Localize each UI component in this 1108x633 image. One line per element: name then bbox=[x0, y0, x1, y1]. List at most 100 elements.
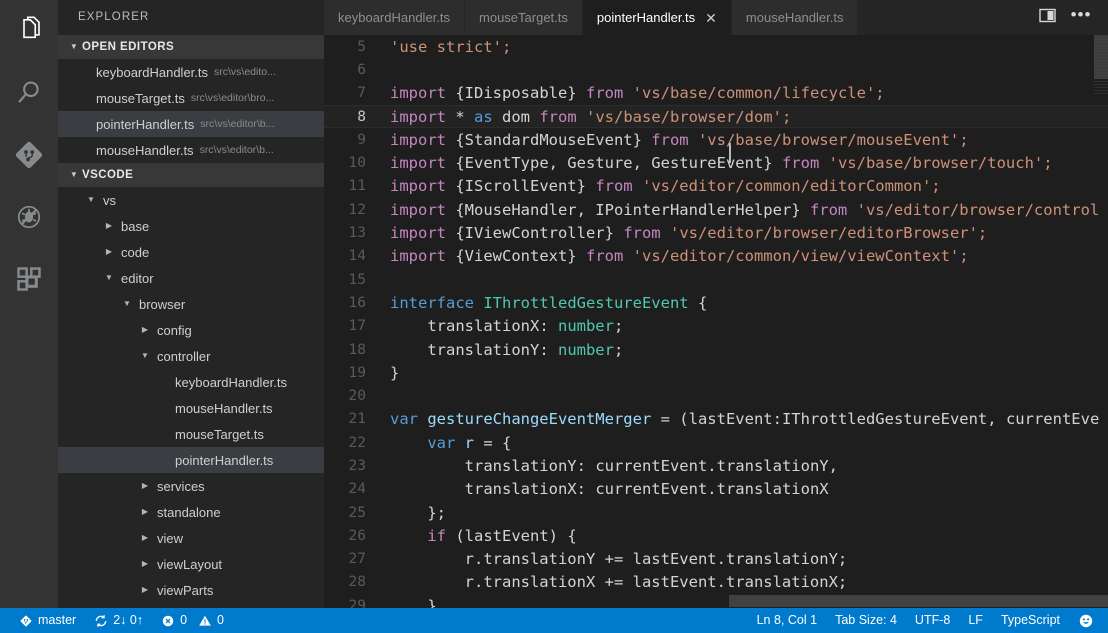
status-tab-size[interactable]: Tab Size: 4 bbox=[826, 608, 906, 633]
status-cursor-position[interactable]: Ln 8, Col 1 bbox=[748, 608, 826, 633]
chevron-down-icon: ▼ bbox=[66, 43, 82, 51]
vertical-scrollbar[interactable] bbox=[1094, 35, 1108, 79]
status-language-mode[interactable]: TypeScript bbox=[992, 608, 1069, 633]
status-warnings-count: 0 bbox=[217, 608, 224, 633]
status-branch[interactable]: master bbox=[10, 608, 85, 633]
code-line[interactable]: 26 if (lastEvent) { bbox=[324, 524, 1108, 547]
code-token: , bbox=[829, 457, 838, 475]
open-editor-path: src\vs\editor\bro... bbox=[191, 92, 274, 104]
tree-item[interactable]: ▼ editor bbox=[58, 265, 324, 291]
activity-item-source-control[interactable] bbox=[0, 124, 58, 186]
status-encoding[interactable]: UTF-8 bbox=[906, 608, 959, 633]
tab-mouseHandler[interactable]: mouseHandler.ts bbox=[732, 0, 859, 35]
status-eol[interactable]: LF bbox=[959, 608, 992, 633]
tree-item[interactable]: ▼browser bbox=[58, 291, 324, 317]
code-line[interactable]: 14import {ViewContext} from 'vs/editor/c… bbox=[324, 245, 1108, 268]
tab-keyboardHandler[interactable]: keyboardHandler.ts bbox=[324, 0, 465, 35]
open-editor-item[interactable]: keyboardHandler.ts src\vs\edito... bbox=[58, 59, 324, 85]
code-line[interactable]: 27 r.translationY += lastEvent.translati… bbox=[324, 548, 1108, 571]
chevron-down-icon: ▼ bbox=[102, 274, 116, 282]
code-line[interactable]: 7import {IDisposable} from 'vs/base/comm… bbox=[324, 82, 1108, 105]
activity-item-debug[interactable] bbox=[0, 186, 58, 248]
open-editor-item-selected[interactable]: pointerHandler.ts src\vs\editor\b... bbox=[58, 111, 324, 137]
code-token: ; bbox=[614, 341, 623, 359]
open-editors-header[interactable]: ▼ OPEN EDITORS bbox=[58, 35, 324, 59]
code-editor[interactable]: 5'use strict';67import {IDisposable} fro… bbox=[324, 35, 1108, 608]
code-token: currentEve bbox=[1006, 410, 1099, 428]
activity-item-explorer[interactable] bbox=[0, 0, 58, 62]
activity-item-search[interactable] bbox=[0, 62, 58, 124]
activity-item-extensions[interactable] bbox=[0, 248, 58, 310]
code-line[interactable]: 5'use strict'; bbox=[324, 35, 1108, 58]
line-number: 24 bbox=[324, 481, 390, 497]
code-line[interactable]: 20 bbox=[324, 384, 1108, 407]
code-token: from bbox=[539, 108, 586, 126]
tree-item-label: controller bbox=[157, 349, 210, 364]
status-problems[interactable]: 0 0 bbox=[152, 608, 233, 633]
feedback-button[interactable] bbox=[1069, 608, 1098, 633]
code-token: var bbox=[427, 434, 464, 452]
code-token: {IScrollEvent} bbox=[455, 177, 595, 195]
code-line-text: import {IScrollEvent} from 'vs/editor/co… bbox=[390, 177, 1108, 195]
tree-item-label: vs bbox=[103, 193, 116, 208]
tab-label: mouseHandler.ts bbox=[746, 10, 844, 25]
code-line[interactable]: 18 translationY: number; bbox=[324, 338, 1108, 361]
code-token: : bbox=[539, 341, 558, 359]
open-editors-header-label: OPEN EDITORS bbox=[82, 41, 174, 53]
code-line[interactable]: 15 bbox=[324, 268, 1108, 291]
tree-item-label: viewParts bbox=[157, 583, 213, 598]
tab-pointerHandler-active[interactable]: pointerHandler.ts ✕ bbox=[583, 0, 732, 35]
tab-mouseTarget[interactable]: mouseTarget.ts bbox=[465, 0, 583, 35]
open-editor-item[interactable]: mouseHandler.ts src\vs\editor\b... bbox=[58, 137, 324, 163]
tree-item[interactable]: ▶config bbox=[58, 317, 324, 343]
code-line[interactable]: 19} bbox=[324, 361, 1108, 384]
tree-item[interactable]: ▶mouseTarget.ts bbox=[58, 421, 324, 447]
code-line[interactable]: 11import {IScrollEvent} from 'vs/editor/… bbox=[324, 175, 1108, 198]
close-icon[interactable]: ✕ bbox=[705, 11, 717, 25]
code-line[interactable]: 17 translationX: number; bbox=[324, 315, 1108, 338]
tree-item[interactable]: ▶code bbox=[58, 239, 324, 265]
tree-item[interactable]: ▶standalone bbox=[58, 499, 324, 525]
horizontal-scrollbar[interactable] bbox=[324, 594, 1108, 608]
tree-item-selected[interactable]: ▶pointerHandler.ts bbox=[58, 447, 324, 473]
tree-item[interactable]: ▶keyboardHandler.ts bbox=[58, 369, 324, 395]
code-token: 'use strict'; bbox=[390, 38, 511, 56]
editor-group: keyboardHandler.ts mouseTarget.ts pointe… bbox=[324, 0, 1108, 608]
code-line[interactable]: 8import * as dom from 'vs/base/browser/d… bbox=[324, 105, 1108, 128]
tree-item[interactable]: ▶viewLayout bbox=[58, 551, 324, 577]
code-line[interactable]: 23 translationY: currentEvent.translatio… bbox=[324, 454, 1108, 477]
code-line[interactable]: 24 translationX: currentEvent.translatio… bbox=[324, 478, 1108, 501]
code-line-text: import {ViewContext} from 'vs/editor/com… bbox=[390, 247, 1108, 265]
code-line[interactable]: 9import {StandardMouseEvent} from 'vs/ba… bbox=[324, 128, 1108, 151]
code-line[interactable]: 6 bbox=[324, 58, 1108, 81]
folder-header[interactable]: ▼ VSCODE bbox=[58, 163, 324, 187]
tree-item[interactable]: ▼controller bbox=[58, 343, 324, 369]
more-actions-button[interactable]: ••• bbox=[1066, 0, 1096, 35]
line-number: 20 bbox=[324, 388, 390, 404]
open-editor-item[interactable]: mouseTarget.ts src\vs\editor\bro... bbox=[58, 85, 324, 111]
code-line[interactable]: 22 var r = { bbox=[324, 431, 1108, 454]
status-branch-label: master bbox=[38, 608, 76, 633]
code-line[interactable]: 10import {EventType, Gesture, GestureEve… bbox=[324, 151, 1108, 174]
tree-indent-spacer: ▶ bbox=[156, 404, 170, 412]
code-line[interactable]: 13import {IViewController} from 'vs/edit… bbox=[324, 221, 1108, 244]
tree-item-label: editor bbox=[121, 271, 154, 286]
code-line[interactable]: 21var gestureChangeEventMerger = (lastEv… bbox=[324, 408, 1108, 431]
code-line[interactable]: 16interface IThrottledGestureEvent { bbox=[324, 291, 1108, 314]
tree-item[interactable]: ▶base bbox=[58, 213, 324, 239]
tree-item[interactable]: ▶services bbox=[58, 473, 324, 499]
code-line[interactable]: 25 }; bbox=[324, 501, 1108, 524]
tree-item[interactable]: ▼vs bbox=[58, 187, 324, 213]
split-editor-button[interactable] bbox=[1032, 0, 1062, 35]
code-token: : bbox=[577, 480, 596, 498]
tree-indent-spacer: ▶ bbox=[156, 378, 170, 386]
code-token: {EventType, Gesture, GestureEvent} bbox=[455, 154, 782, 172]
status-sync[interactable]: 2↓ 0↑ bbox=[85, 608, 152, 633]
tree-item[interactable]: ▶view bbox=[58, 525, 324, 551]
code-line[interactable]: 28 r.translationX += lastEvent.translati… bbox=[324, 571, 1108, 594]
code-line-text: import {StandardMouseEvent} from 'vs/bas… bbox=[390, 131, 1108, 149]
tree-item[interactable]: ▶viewParts bbox=[58, 577, 324, 603]
code-line[interactable]: 12import {MouseHandler, IPointerHandlerH… bbox=[324, 198, 1108, 221]
tree-item[interactable]: ▶mouseHandler.ts bbox=[58, 395, 324, 421]
horizontal-scrollbar-thumb[interactable] bbox=[729, 595, 1108, 607]
